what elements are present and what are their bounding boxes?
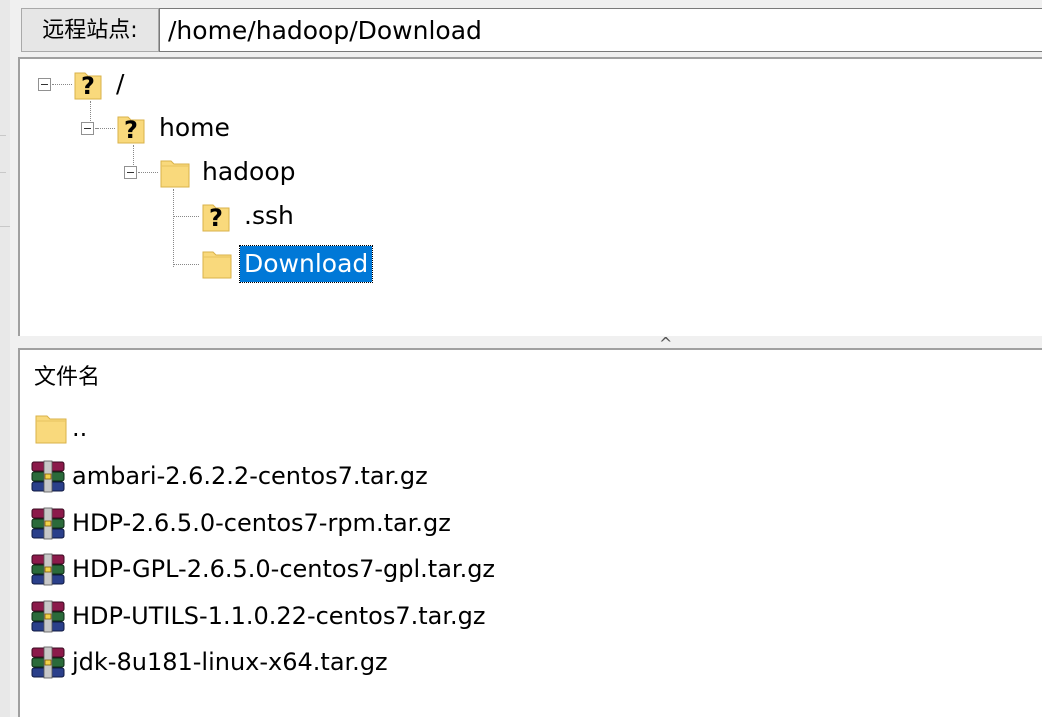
file-row[interactable]: HDP-2.6.5.0-centos7-rpm.tar.gz <box>30 503 1030 543</box>
tree-node-label: / <box>116 69 125 98</box>
collapse-toggle-icon[interactable] <box>38 78 51 91</box>
left-panel-divider <box>0 226 10 227</box>
collapse-toggle-icon[interactable] <box>124 166 137 179</box>
question-mark-icon: ? <box>117 116 145 144</box>
left-panel-divider <box>0 135 6 173</box>
svg-text:?: ? <box>81 72 95 100</box>
tree-node-download[interactable]: Download <box>20 242 420 283</box>
tree-connector <box>52 84 72 85</box>
collapse-toggle-icon[interactable] <box>81 122 94 135</box>
tree-connector <box>95 128 115 129</box>
remote-path-input[interactable] <box>159 8 1042 52</box>
vertical-splitter[interactable] <box>10 0 18 717</box>
archive-icon <box>31 646 65 679</box>
file-row[interactable]: ambari-2.6.2.2-centos7.tar.gz <box>30 456 1030 496</box>
file-row[interactable]: HDP-GPL-2.6.5.0-centos7-gpl.tar.gz <box>30 549 1030 589</box>
file-name: HDP-GPL-2.6.5.0-centos7-gpl.tar.gz <box>72 555 496 583</box>
left-panel-edge <box>0 0 10 717</box>
file-name: HDP-2.6.5.0-centos7-rpm.tar.gz <box>72 509 451 537</box>
tree-node-label: .ssh <box>244 201 294 230</box>
file-row[interactable]: jdk-8u181-linux-x64.tar.gz <box>30 642 1030 682</box>
file-row-parent[interactable]: .. <box>30 408 1030 448</box>
tree-node-home[interactable]: ? home <box>20 109 280 149</box>
folder-icon <box>202 251 232 279</box>
tree-node-label-selected: Download <box>238 245 374 283</box>
remote-file-list[interactable]: 文件名 .. ambari-2.6.2.2-centos7.tar.gz HDP… <box>18 348 1042 717</box>
question-mark-icon: ? <box>74 72 102 100</box>
tree-node-label: home <box>159 113 230 142</box>
archive-icon <box>31 507 65 540</box>
remote-site-panel: 远程站点: ? / ? home <box>0 0 1042 717</box>
file-row[interactable]: HDP-UTILS-1.1.0.22-centos7.tar.gz <box>30 596 1030 636</box>
tree-node-root[interactable]: ? / <box>20 65 220 105</box>
archive-icon <box>31 600 65 633</box>
horizontal-splitter[interactable]: ^ <box>18 334 1042 353</box>
archive-icon <box>31 553 65 586</box>
folder-icon <box>160 160 190 188</box>
remote-site-label: 远程站点: <box>21 8 159 52</box>
svg-text:?: ? <box>124 116 138 144</box>
tree-node-ssh[interactable]: ? .ssh <box>20 197 340 237</box>
file-name: ambari-2.6.2.2-centos7.tar.gz <box>72 462 428 490</box>
remote-site-address-bar: 远程站点: <box>18 8 1042 54</box>
remote-directory-tree[interactable]: ? / ? home hadoop ? .ssh Download <box>18 57 1042 336</box>
archive-icon <box>31 460 65 493</box>
tree-node-hadoop[interactable]: hadoop <box>20 153 340 193</box>
tree-connector <box>173 216 199 217</box>
tree-node-label: hadoop <box>202 157 296 186</box>
file-name: jdk-8u181-linux-x64.tar.gz <box>72 648 388 676</box>
file-name: .. <box>72 414 88 442</box>
folder-icon <box>35 415 67 444</box>
tree-connector <box>173 264 199 265</box>
svg-text:?: ? <box>209 204 223 232</box>
file-name: HDP-UTILS-1.1.0.22-centos7.tar.gz <box>72 602 486 630</box>
tree-connector <box>138 172 158 173</box>
column-header-filename[interactable]: 文件名 <box>34 362 100 394</box>
question-mark-icon: ? <box>202 204 230 232</box>
